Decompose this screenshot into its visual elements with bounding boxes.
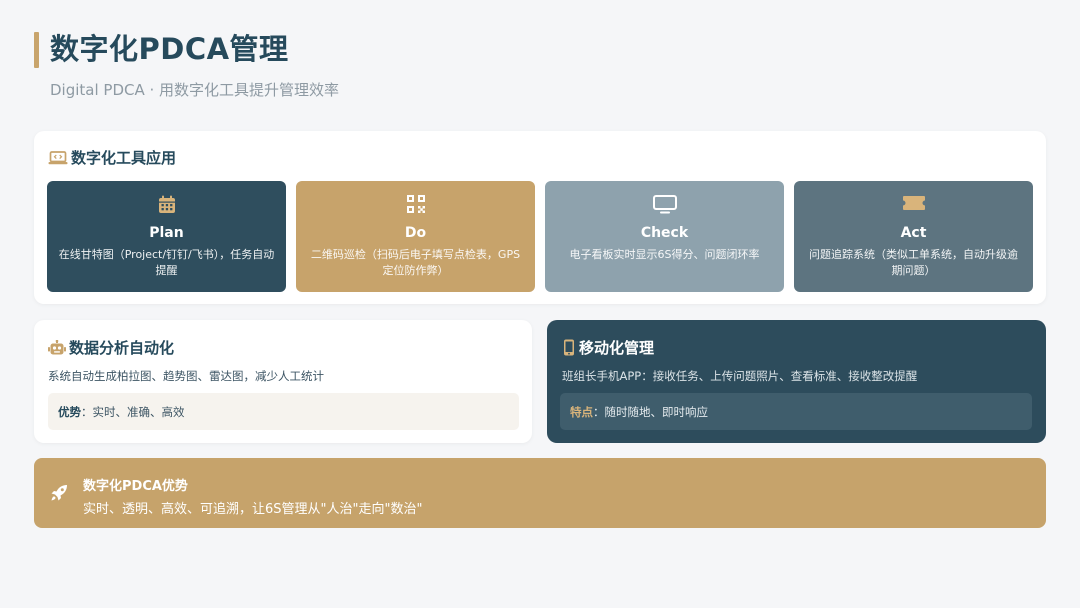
mobile-management-heading: 移动化管理 <box>562 337 654 358</box>
pdca-act-card: Act 问题追踪系统（类似工单系统，自动升级逾期问题） <box>794 181 1033 292</box>
data-analysis-highlight: 优势 ：实时、准确、高效 <box>48 393 519 430</box>
mobile-management-highlight: 特点 ：随时随地、即时响应 <box>560 393 1032 430</box>
mobile-management-highlight-label: 特点 <box>570 404 593 419</box>
pdca-plan-card: Plan 在线甘特图（Project/钉钉/飞书），任务自动提醒 <box>47 181 286 292</box>
pdca-do-desc: 二维码巡检（扫码后电子填写点检表，GPS定位防作弊） <box>310 248 521 277</box>
pdca-advantage-banner: 数字化PDCA优势 实时、透明、高效、可追溯，让6S管理从"人治"走向"数治" <box>34 458 1046 528</box>
mobile-management-card: 移动化管理 班组长手机APP：接收任务、上传问题照片、查看标准、接收整改提醒 特… <box>547 320 1046 443</box>
data-analysis-heading: 数据分析自动化 <box>48 337 174 358</box>
pdca-check-desc: 电子看板实时显示6S得分、问题闭环率 <box>569 248 760 261</box>
mobile-management-desc: 班组长手机APP：接收任务、上传问题照片、查看标准、接收整改提醒 <box>562 369 918 383</box>
data-analysis-highlight-text: ：实时、准确、高效 <box>81 404 185 419</box>
robot-icon <box>48 339 66 356</box>
laptop-code-icon <box>48 150 68 166</box>
page-subtitle: Digital PDCA · 用数字化工具提升管理效率 <box>50 81 340 99</box>
monitor-icon <box>545 195 784 214</box>
mobile-management-heading-label: 移动化管理 <box>579 339 655 357</box>
pdca-check-card: Check 电子看板实时显示6S得分、问题闭环率 <box>545 181 784 292</box>
title-accent-bar <box>34 32 39 68</box>
data-analysis-desc: 系统自动生成柏拉图、趋势图、雷达图，减少人工统计 <box>48 369 324 383</box>
pdca-check-title: Check <box>640 225 689 241</box>
rocket-icon <box>50 484 68 506</box>
pdca-act-title: Act <box>900 225 927 241</box>
digital-tools-card: 数字化工具应用 Plan 在线甘特图（Project/钉钉/飞书），任务自动提醒… <box>34 131 1046 304</box>
digital-tools-heading: 数字化工具应用 <box>48 147 176 168</box>
pdca-plan-desc: 在线甘特图（Project/钉钉/飞书），任务自动提醒 <box>58 248 275 277</box>
mobile-phone-icon <box>562 339 576 356</box>
calendar-icon <box>47 195 286 214</box>
pdca-plan-title: Plan <box>149 225 184 241</box>
pdca-do-title: Do <box>404 225 427 241</box>
pdca-advantage-text: 实时、透明、高效、可追溯，让6S管理从"人治"走向"数治" <box>83 502 423 517</box>
pdca-do-card: Do 二维码巡检（扫码后电子填写点检表，GPS定位防作弊） <box>296 181 535 292</box>
data-analysis-card: 数据分析自动化 系统自动生成柏拉图、趋势图、雷达图，减少人工统计 优势 ：实时、准… <box>34 320 532 443</box>
pdca-advantage-title: 数字化PDCA优势 <box>83 479 188 494</box>
data-analysis-heading-label: 数据分析自动化 <box>69 339 175 357</box>
digital-tools-heading-label: 数字化工具应用 <box>71 149 177 167</box>
qrcode-icon <box>296 195 535 213</box>
pdca-act-desc: 问题追踪系统（类似工单系统，自动升级逾期问题） <box>809 248 1018 277</box>
page-title: 数字化PDCA管理 <box>50 32 289 66</box>
ticket-icon <box>794 195 1033 211</box>
data-analysis-highlight-label: 优势 <box>58 404 81 419</box>
mobile-management-highlight-text: ：随时随地、即时响应 <box>593 404 708 419</box>
